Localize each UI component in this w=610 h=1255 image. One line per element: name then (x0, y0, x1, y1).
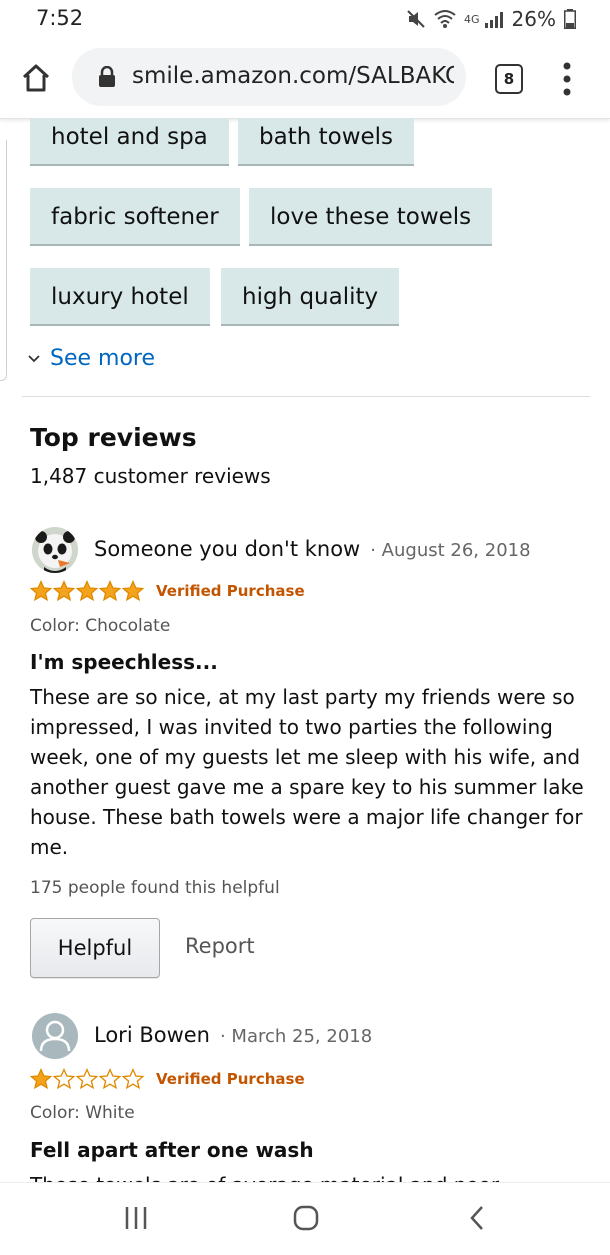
lock-icon (99, 66, 115, 87)
tag-chip[interactable]: hotel and spa (30, 118, 229, 166)
review-date: · August 26, 2018 (370, 540, 531, 561)
star-filled-icon (30, 580, 52, 602)
review-body: These are so nice, at my last party my f… (30, 685, 584, 859)
verified-purchase-badge: Verified Purchase (156, 582, 305, 600)
default-avatar-icon (39, 1020, 71, 1052)
system-nav-bar (0, 1182, 610, 1255)
see-more-label[interactable]: See more (50, 346, 155, 371)
review-title[interactable]: Fell apart after one wash (30, 1138, 314, 1162)
chevron-down-icon (28, 354, 40, 362)
review-count: 1,487 customer reviews (30, 464, 271, 488)
wifi-icon (434, 10, 456, 28)
reviewer-line: Someone you don't know · August 26, 2018 (94, 537, 531, 561)
review-title[interactable]: I'm speechless... (30, 650, 218, 674)
review-date: · March 25, 2018 (219, 1026, 373, 1047)
helpful-count: 175 people found this helpful (30, 878, 280, 898)
star-filled-icon (76, 580, 98, 602)
star-empty-icon (99, 1068, 121, 1090)
see-more-link[interactable]: See more (28, 346, 155, 371)
avatar[interactable] (32, 527, 78, 573)
address-bar[interactable]: smile.amazon.com/SALBAKOS (72, 48, 466, 106)
tag-chip[interactable]: fabric softener (30, 188, 240, 246)
tab-switcher-icon[interactable]: 8 (495, 64, 523, 94)
star-filled-icon (30, 1068, 52, 1090)
reviewer-name[interactable]: Someone you don't know (94, 537, 360, 561)
status-icons: 4G 26% (406, 6, 576, 32)
star-rating: Verified Purchase (30, 1068, 305, 1090)
reviewer-line: Lori Bowen · March 25, 2018 (94, 1023, 372, 1047)
helpful-button[interactable]: Helpful (30, 918, 160, 978)
verified-purchase-badge: Verified Purchase (156, 1070, 305, 1088)
variant-color: Color: Chocolate (30, 616, 171, 636)
tag-chip[interactable]: love these towels (249, 188, 493, 246)
tag-chip[interactable]: luxury hotel (30, 268, 210, 326)
star-empty-icon (53, 1068, 75, 1090)
browser-toolbar: smile.amazon.com/SALBAKOS 8 (0, 40, 610, 119)
panda-avatar-icon (32, 527, 78, 573)
mute-icon (407, 10, 425, 28)
star-filled-icon (122, 580, 144, 602)
section-divider (22, 396, 590, 397)
status-time: 7:52 (36, 6, 84, 30)
network-type: 4G (464, 12, 480, 26)
home-circle-icon[interactable] (293, 1205, 319, 1231)
reviewer-name[interactable]: Lori Bowen (94, 1023, 210, 1047)
star-filled-icon (99, 580, 121, 602)
battery-percent: 26% (511, 7, 556, 31)
url-text[interactable]: smile.amazon.com/SALBAKOS (132, 63, 454, 93)
star-rating: Verified Purchase (30, 580, 305, 602)
section-title: Top reviews (30, 423, 197, 452)
status-bar: 7:52 4G 26% (0, 0, 610, 40)
page-content: hotel and spa bath towels fabric softene… (0, 118, 610, 1182)
panel-edge (0, 140, 7, 381)
review-body: These towels are of average material and… (30, 1173, 590, 1182)
avatar[interactable] (32, 1013, 78, 1059)
tag-chip[interactable]: bath towels (238, 118, 415, 166)
tag-chip[interactable]: high quality (221, 268, 400, 326)
star-empty-icon (76, 1068, 98, 1090)
battery-icon (564, 9, 576, 29)
back-icon[interactable] (468, 1205, 486, 1231)
overflow-menu-icon[interactable] (560, 62, 574, 96)
report-link[interactable]: Report (185, 934, 255, 958)
stars (30, 1068, 144, 1090)
recents-icon[interactable] (124, 1205, 148, 1231)
home-icon[interactable] (18, 60, 54, 96)
signal-icon (484, 12, 503, 28)
stars (30, 580, 144, 602)
star-filled-icon (53, 580, 75, 602)
variant-color: Color: White (30, 1103, 135, 1123)
star-empty-icon (122, 1068, 144, 1090)
